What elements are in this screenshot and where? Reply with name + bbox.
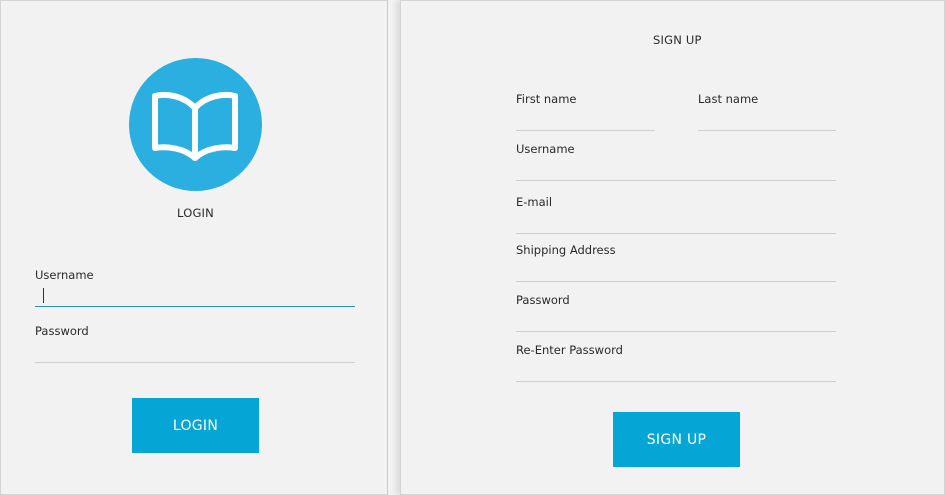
open-book-icon (152, 91, 238, 161)
reenter-password-label: Re-Enter Password (516, 343, 623, 357)
email-input[interactable] (516, 212, 836, 234)
login-title: LOGIN (177, 206, 214, 220)
signup-title: SIGN UP (653, 33, 702, 47)
login-username-input[interactable] (35, 285, 355, 307)
login-password-input[interactable] (35, 341, 355, 363)
signup-username-label: Username (516, 142, 575, 156)
reenter-password-input[interactable] (516, 360, 836, 382)
login-password-label: Password (35, 324, 89, 338)
first-name-label: First name (516, 92, 577, 106)
signup-panel: SIGN UP First name Last name Username E-… (400, 0, 945, 495)
last-name-input[interactable] (698, 109, 836, 131)
signup-password-label: Password (516, 293, 570, 307)
first-name-input[interactable] (516, 109, 655, 131)
last-name-label: Last name (698, 92, 759, 106)
shipping-address-input[interactable] (516, 260, 836, 282)
signup-password-input[interactable] (516, 310, 836, 332)
login-button[interactable]: LOGIN (132, 398, 259, 453)
email-label: E-mail (516, 195, 553, 209)
text-caret (43, 288, 44, 303)
login-username-label: Username (35, 268, 94, 282)
logo (129, 58, 262, 191)
signup-button[interactable]: SIGN UP (613, 412, 740, 467)
signup-username-input[interactable] (516, 159, 836, 181)
login-panel: LOGIN Username Password LOGIN (0, 0, 388, 495)
shipping-address-label: Shipping Address (516, 243, 616, 257)
